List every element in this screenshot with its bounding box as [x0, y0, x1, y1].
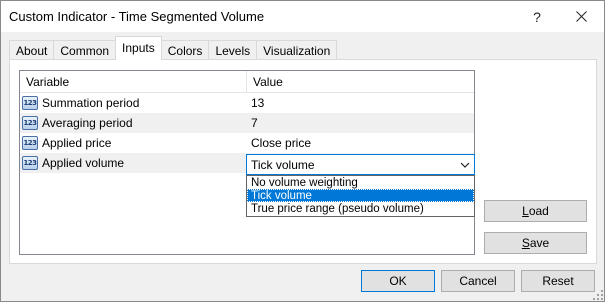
tab-label: Inputs [122, 40, 155, 55]
applied-volume-options: No volume weighting Tick volume True pri… [246, 175, 475, 217]
tab-label: Common [60, 43, 110, 58]
help-icon: ? [533, 8, 541, 25]
tab-label: Levels [215, 43, 251, 58]
reset-button[interactable]: Reset [521, 270, 595, 292]
option-tick-volume[interactable]: Tick volume [247, 189, 474, 202]
variable-name: Applied price [42, 136, 112, 150]
window-title: Custom Indicator - Time Segmented Volume [9, 9, 265, 24]
select-value: Tick volume [251, 158, 315, 172]
enum-icon: 123 [22, 136, 38, 150]
grid-header: Variable Value [20, 71, 474, 93]
enum-icon: 123 [22, 156, 38, 170]
table-row[interactable]: 123 Summation period 13 [20, 93, 474, 113]
applied-volume-select[interactable]: Tick volume [246, 154, 475, 175]
tab-about[interactable]: About [9, 40, 55, 60]
load-label-mnemonic: L [522, 204, 529, 218]
variable-value[interactable]: 13 [251, 93, 264, 113]
column-header-variable[interactable]: Variable [20, 71, 247, 93]
close-button[interactable] [559, 1, 603, 32]
column-header-value[interactable]: Value [247, 71, 474, 93]
tab-colors[interactable]: Colors [160, 40, 210, 60]
tab-inputs[interactable]: Inputs [115, 36, 162, 60]
save-label-post: ave [529, 236, 550, 250]
cancel-button[interactable]: Cancel [441, 270, 515, 292]
chevron-down-icon [460, 162, 470, 168]
variable-name: Applied volume [42, 156, 125, 170]
table-row[interactable]: 123 Applied price Close price [20, 133, 474, 153]
title-bar: Custom Indicator - Time Segmented Volume… [1, 1, 604, 32]
option-no-volume-weighting[interactable]: No volume weighting [247, 176, 474, 189]
variable-value[interactable]: 7 [251, 113, 258, 133]
tab-visualization[interactable]: Visualization [256, 40, 338, 60]
tab-strip: About Common Inputs Colors Levels Visual… [9, 36, 338, 60]
close-icon [575, 11, 587, 22]
option-true-price-range[interactable]: True price range (pseudo volume) [247, 202, 474, 215]
load-button[interactable]: Load [484, 200, 587, 222]
tab-label: Visualization [263, 43, 331, 58]
load-label-post: oad [528, 204, 549, 218]
integer-icon: 123 [22, 96, 38, 110]
tab-label: About [16, 43, 48, 58]
help-button[interactable]: ? [515, 1, 559, 32]
tab-levels[interactable]: Levels [208, 40, 258, 60]
variable-name: Summation period [42, 96, 140, 110]
resize-grip-icon[interactable] [593, 290, 603, 300]
tab-label: Colors [167, 43, 203, 58]
tab-common[interactable]: Common [53, 40, 117, 60]
save-label-mnemonic: S [521, 236, 530, 250]
integer-icon: 123 [22, 116, 38, 130]
variable-name: Averaging period [42, 116, 133, 130]
ok-button[interactable]: OK [361, 270, 435, 292]
table-row[interactable]: 123 Averaging period 7 [20, 113, 474, 133]
save-button[interactable]: Save [484, 232, 587, 254]
variable-value[interactable]: Close price [251, 133, 311, 153]
